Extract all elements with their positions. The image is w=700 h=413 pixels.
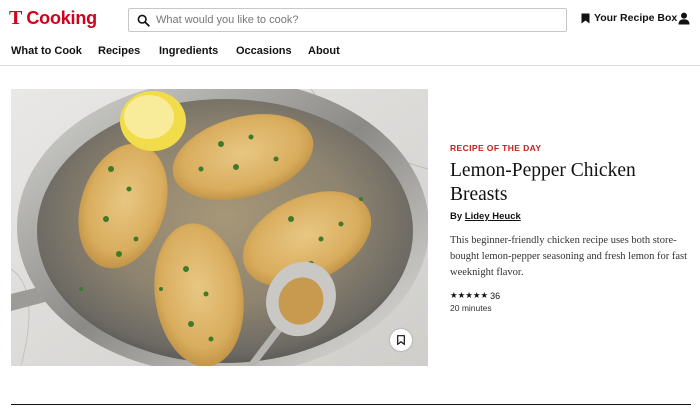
nav-item-occasions[interactable]: Occasions <box>236 45 292 57</box>
byline: By Lidey Heuck <box>450 211 521 222</box>
rating-count: 36 <box>490 290 501 301</box>
bookmark-outline-icon <box>397 335 405 345</box>
section-divider <box>11 404 691 405</box>
nyt-cooking-logo[interactable]: T Cooking <box>9 8 97 28</box>
byline-prefix: By <box>450 211 463 222</box>
nav-item-recipes[interactable]: Recipes <box>98 45 140 57</box>
rating: ★★★★★ 36 <box>450 290 500 301</box>
author-link[interactable]: Lidey Heuck <box>465 211 521 222</box>
nav-item-ingredients[interactable]: Ingredients <box>159 45 218 57</box>
save-recipe-button[interactable] <box>390 329 412 351</box>
logo-text: Cooking <box>26 8 97 28</box>
main-nav: What to Cook Recipes Ingredients Occasio… <box>0 40 700 66</box>
nav-item-about[interactable]: About <box>308 45 340 57</box>
recipe-box-label: Your Recipe Box <box>594 12 678 24</box>
account-icon[interactable] <box>678 12 690 25</box>
top-bar: T Cooking Your Recipe Box <box>0 0 700 40</box>
search-icon <box>137 14 150 27</box>
bookmark-icon <box>581 13 590 24</box>
recipe-title[interactable]: Lemon-Pepper Chicken Breasts <box>450 159 680 207</box>
nav-item-what-to-cook[interactable]: What to Cook <box>11 45 82 57</box>
recipe-hero-image[interactable] <box>11 89 428 366</box>
cook-time: 20 minutes <box>450 303 492 313</box>
recipe-box-link[interactable]: Your Recipe Box <box>581 12 677 24</box>
nyt-logo-mark: T <box>9 7 23 29</box>
recipe-description: This beginner-friendly chicken recipe us… <box>450 235 688 278</box>
search-bar[interactable] <box>128 8 567 32</box>
search-input[interactable] <box>156 14 556 26</box>
star-rating: ★★★★★ <box>450 290 489 300</box>
recipe-of-the-day-kicker: RECIPE OF THE DAY <box>450 143 542 153</box>
